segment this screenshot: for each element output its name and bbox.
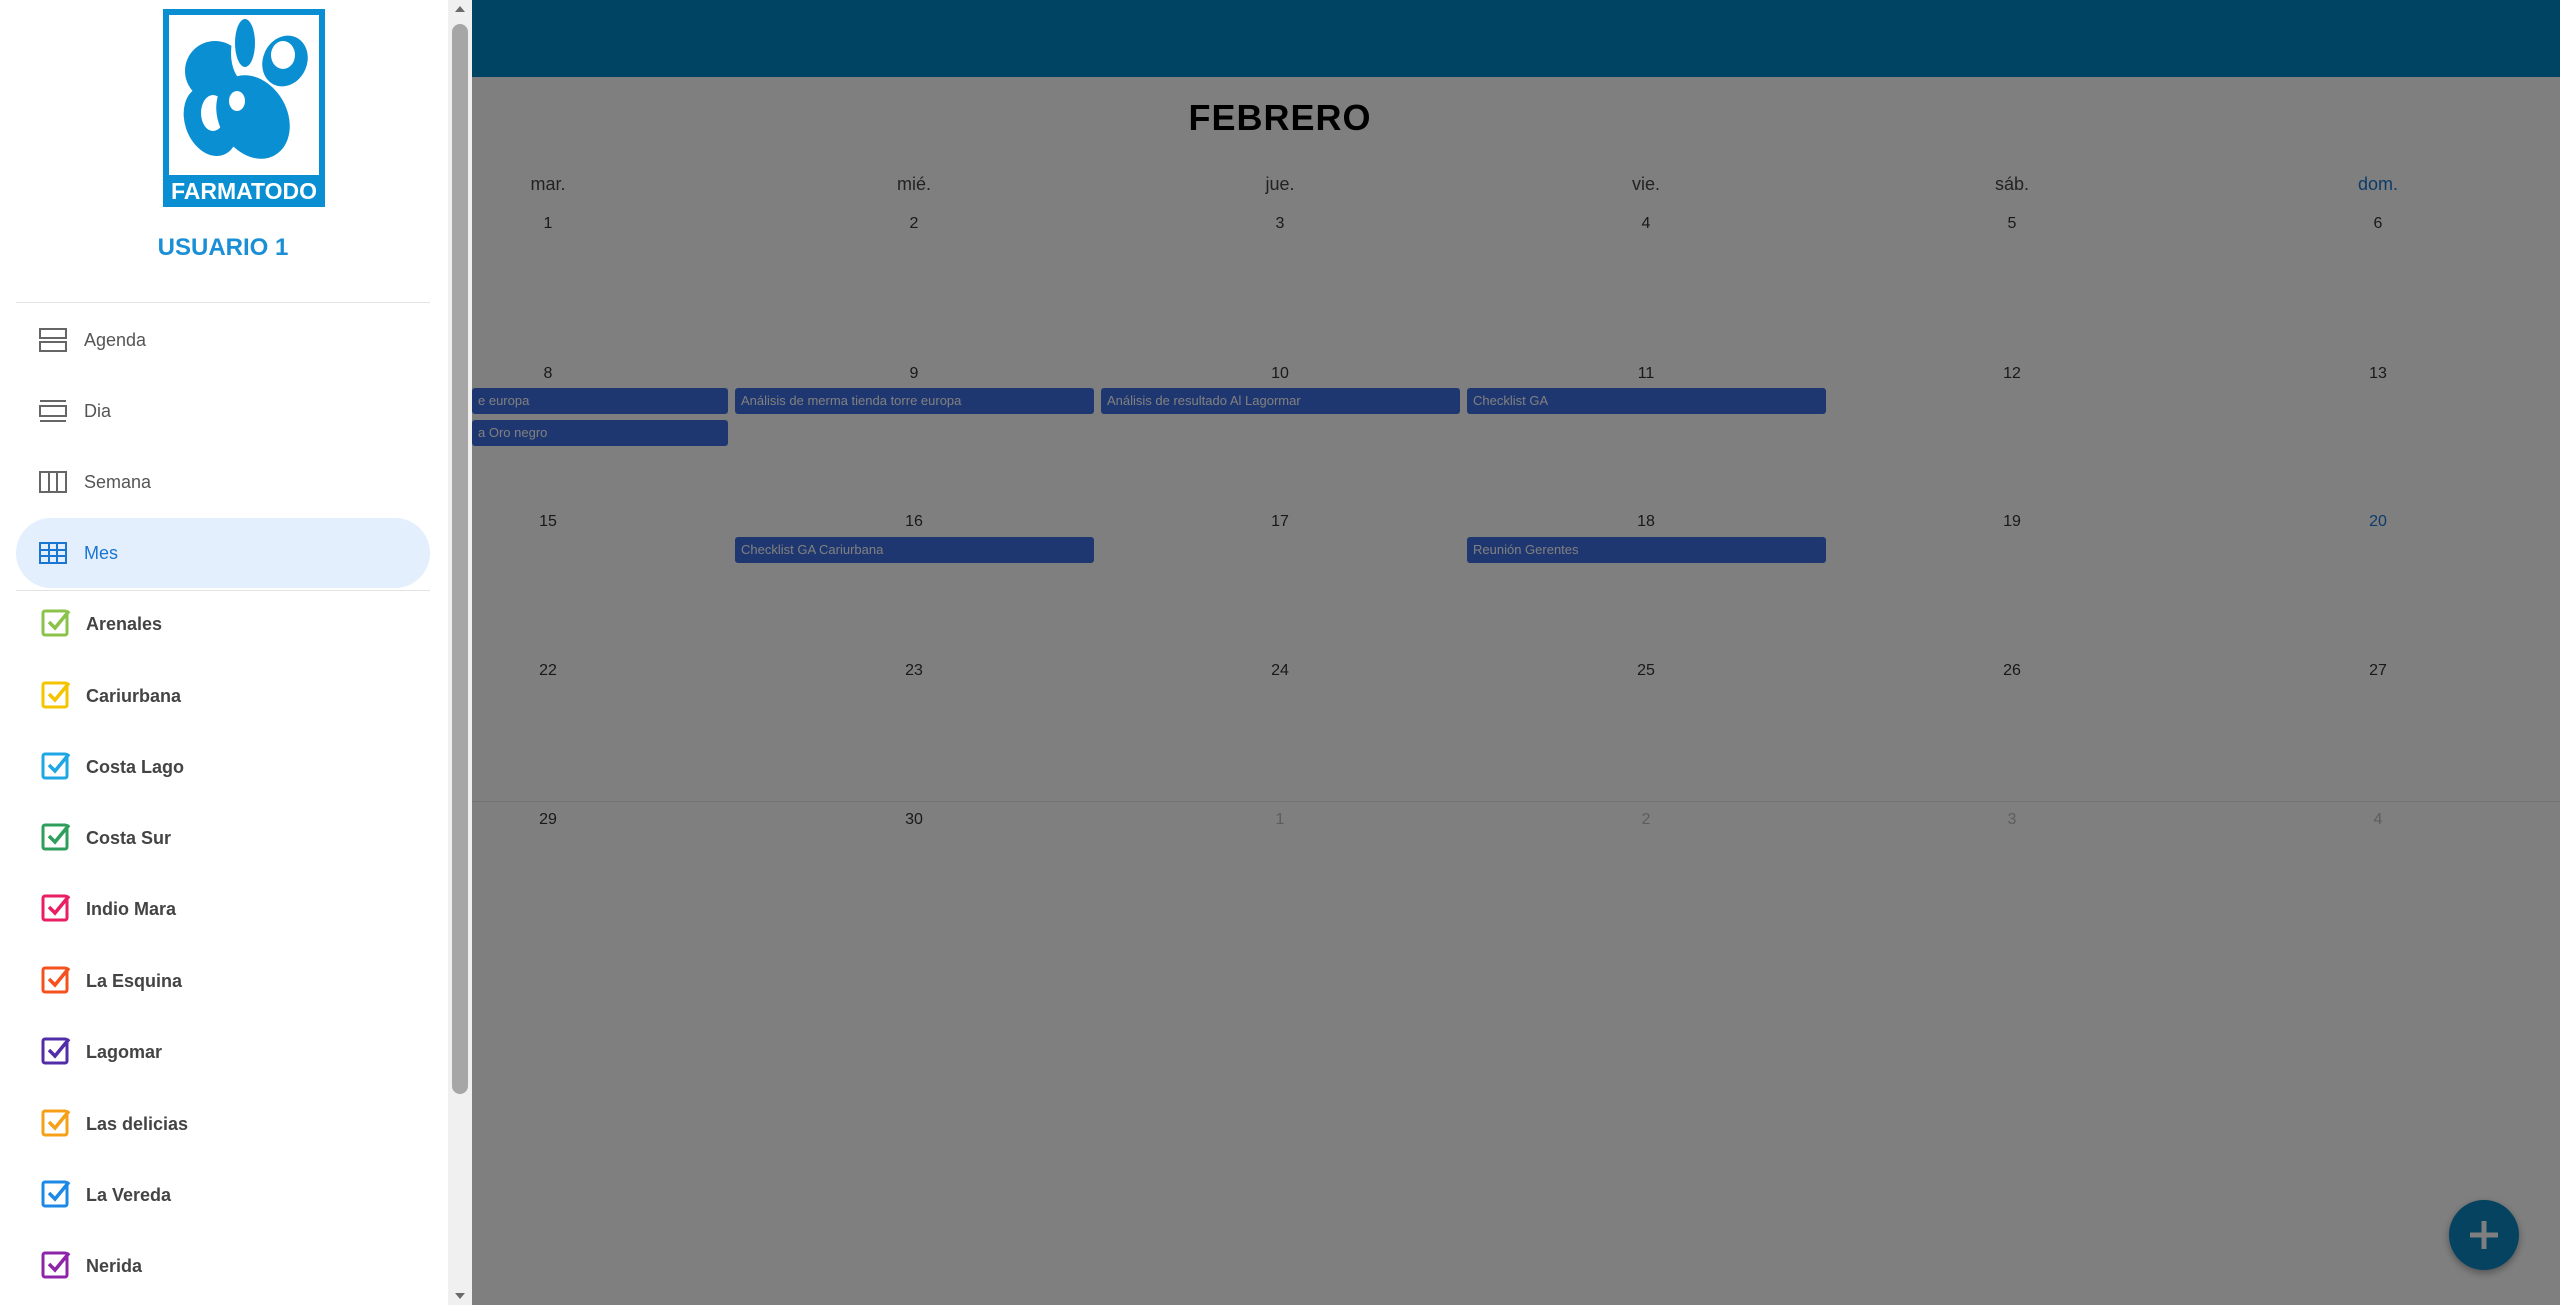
drawer-divider — [16, 302, 430, 303]
store-filter-la-vereda[interactable]: La Vereda — [16, 1165, 430, 1225]
store-label: Costa Sur — [86, 827, 172, 848]
farmatodo-logo: FARMATODO — [163, 9, 325, 207]
scroll-up-arrow-icon[interactable] — [453, 2, 467, 16]
store-label: Indio Mara — [86, 898, 177, 919]
store-label: Lagomar — [86, 1041, 163, 1062]
nav-item-mes[interactable]: Mes — [16, 518, 430, 588]
checked-checkbox-icon — [41, 966, 71, 994]
month-view-icon — [39, 542, 67, 564]
checked-checkbox-icon — [41, 609, 71, 637]
nav-item-dia[interactable]: Dia — [16, 376, 430, 446]
store-label: La Esquina — [86, 970, 183, 991]
store-label: Las delicias — [86, 1113, 189, 1134]
drawer-scrollbar[interactable] — [448, 0, 472, 1305]
store-filter-lagomar[interactable]: Lagomar — [16, 1022, 430, 1082]
week-view-icon — [39, 471, 67, 493]
nav-item-agenda[interactable]: Agenda — [16, 305, 430, 375]
store-filter-nerida[interactable]: Nerida — [16, 1236, 430, 1296]
store-label: Cariurbana — [86, 685, 182, 706]
svg-text:FARMATODO: FARMATODO — [171, 178, 317, 204]
nav-label: Agenda — [84, 329, 147, 350]
checked-checkbox-icon — [41, 1037, 71, 1065]
nav-label: Mes — [84, 542, 119, 563]
checked-checkbox-icon — [41, 1109, 71, 1137]
store-filter-costa-sur[interactable]: Costa Sur — [16, 808, 430, 868]
checked-checkbox-icon — [41, 681, 71, 709]
checked-checkbox-icon — [41, 894, 71, 922]
store-filter-arenales[interactable]: Arenales — [16, 594, 430, 654]
day-view-icon — [39, 400, 67, 422]
nav-label: Dia — [84, 400, 112, 421]
nav-label: Semana — [84, 471, 152, 492]
store-filter-indio-mara[interactable]: Indio Mara — [16, 879, 430, 939]
user-name: USUARIO 1 — [157, 234, 289, 261]
store-label: Costa Lago — [86, 756, 185, 777]
side-drawer: FARMATODO USUARIO 1 Agenda Dia Semana Me… — [0, 0, 472, 1305]
nav-item-semana[interactable]: Semana — [16, 447, 430, 517]
checked-checkbox-icon — [41, 1180, 71, 1208]
store-label: Nerida — [86, 1255, 143, 1276]
scrollbar-thumb[interactable] — [452, 24, 468, 1094]
store-filter-las-delicias[interactable]: Las delicias — [16, 1094, 430, 1154]
store-filter-costa-lago[interactable]: Costa Lago — [16, 737, 430, 797]
checked-checkbox-icon — [41, 1251, 71, 1279]
checked-checkbox-icon — [41, 752, 71, 780]
scroll-down-arrow-icon[interactable] — [453, 1289, 467, 1303]
checked-checkbox-icon — [41, 823, 71, 851]
drawer-divider — [16, 590, 430, 591]
app-root: FEBRERO mar. mié. jue. vie. sáb. dom. 1 … — [0, 0, 2560, 1305]
agenda-view-icon — [39, 328, 67, 352]
store-filter-cariurbana[interactable]: Cariurbana — [16, 666, 430, 726]
store-label: Arenales — [86, 613, 163, 634]
store-filter-la-esquina[interactable]: La Esquina — [16, 951, 430, 1011]
store-label: La Vereda — [86, 1184, 172, 1205]
